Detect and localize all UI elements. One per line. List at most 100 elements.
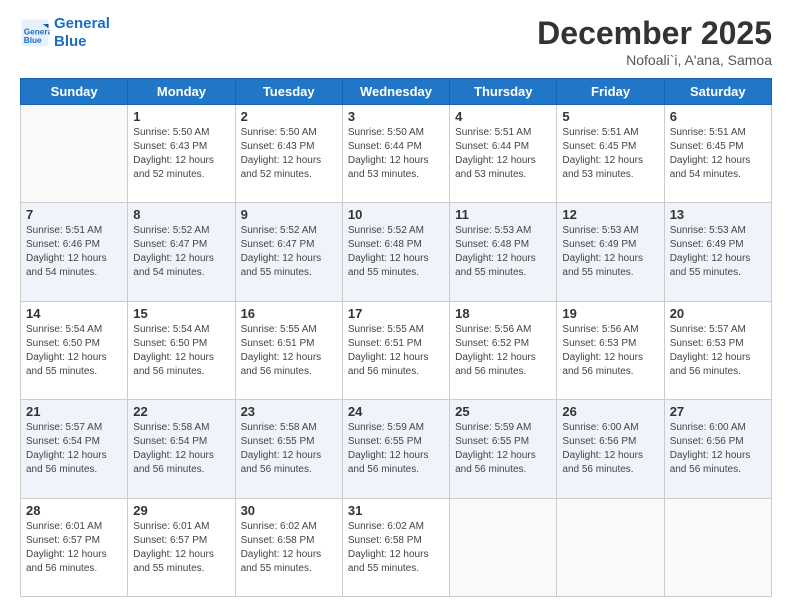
day-info: Sunrise: 5:53 AM Sunset: 6:49 PM Dayligh… bbox=[670, 224, 766, 280]
logo-blue: Blue bbox=[54, 33, 110, 51]
day-number: 28 bbox=[26, 503, 122, 518]
calendar-cell: 31 Sunrise: 6:02 AM Sunset: 6:58 PM Dayli… bbox=[342, 498, 449, 596]
day-number: 14 bbox=[26, 306, 122, 321]
svg-text:Blue: Blue bbox=[24, 36, 42, 45]
day-number: 20 bbox=[670, 306, 766, 321]
calendar-cell: 26 Sunrise: 6:00 AM Sunset: 6:56 PM Dayli… bbox=[557, 400, 664, 498]
calendar-cell: 16Sunrise: 5:55 AM Sunset: 6:51 PM Dayli… bbox=[235, 301, 342, 399]
weekday-thursday: Thursday bbox=[450, 79, 557, 105]
day-number: 15 bbox=[133, 306, 229, 321]
day-info: Sunrise: 5:50 AM Sunset: 6:43 PM Dayligh… bbox=[133, 126, 229, 182]
calendar-cell: 11 Sunrise: 5:53 AM Sunset: 6:48 PM Dayli… bbox=[450, 203, 557, 301]
calendar-cell: 1 Sunrise: 5:50 AM Sunset: 6:43 PM Daylig… bbox=[128, 105, 235, 203]
day-number: 17 bbox=[348, 306, 444, 321]
day-number: 31 bbox=[348, 503, 444, 518]
calendar-cell: 20 Sunrise: 5:57 AM Sunset: 6:53 PM Dayli… bbox=[664, 301, 771, 399]
weekday-wednesday: Wednesday bbox=[342, 79, 449, 105]
day-info: Sunrise: 5:52 AM Sunset: 6:47 PM Dayligh… bbox=[241, 224, 337, 280]
calendar-body: 1 Sunrise: 5:50 AM Sunset: 6:43 PM Daylig… bbox=[21, 105, 772, 597]
calendar-cell: 13 Sunrise: 5:53 AM Sunset: 6:49 PM Dayli… bbox=[664, 203, 771, 301]
calendar-cell: 8 Sunrise: 5:52 AM Sunset: 6:47 PM Daylig… bbox=[128, 203, 235, 301]
calendar-cell bbox=[450, 498, 557, 596]
calendar-cell: 3 Sunrise: 5:50 AM Sunset: 6:44 PM Daylig… bbox=[342, 105, 449, 203]
day-info: Sunrise: 6:01 AM Sunset: 6:57 PM Dayligh… bbox=[26, 520, 122, 576]
logo: General Blue General Blue bbox=[20, 15, 110, 51]
day-number: 5 bbox=[562, 109, 658, 124]
day-info: Sunrise: 6:02 AM Sunset: 6:58 PM Dayligh… bbox=[348, 520, 444, 576]
day-number: 11 bbox=[455, 207, 551, 222]
weekday-monday: Monday bbox=[128, 79, 235, 105]
day-number: 24 bbox=[348, 404, 444, 419]
day-number: 27 bbox=[670, 404, 766, 419]
day-number: 29 bbox=[133, 503, 229, 518]
day-info: Sunrise: 5:55 AM Sunset: 6:51 PM Dayligh… bbox=[348, 323, 444, 379]
day-info: Sunrise: 5:51 AM Sunset: 6:46 PM Dayligh… bbox=[26, 224, 122, 280]
day-number: 2 bbox=[241, 109, 337, 124]
calendar-cell: 29 Sunrise: 6:01 AM Sunset: 6:57 PM Dayli… bbox=[128, 498, 235, 596]
day-info: Sunrise: 5:51 AM Sunset: 6:44 PM Dayligh… bbox=[455, 126, 551, 182]
day-info: Sunrise: 5:58 AM Sunset: 6:54 PM Dayligh… bbox=[133, 421, 229, 477]
page: General Blue General Blue December 2025 … bbox=[0, 0, 792, 612]
day-info: Sunrise: 5:51 AM Sunset: 6:45 PM Dayligh… bbox=[562, 126, 658, 182]
day-info: Sunrise: 5:54 AM Sunset: 6:50 PM Dayligh… bbox=[133, 323, 229, 379]
calendar-week-5: 28 Sunrise: 6:01 AM Sunset: 6:57 PM Dayli… bbox=[21, 498, 772, 596]
day-number: 26 bbox=[562, 404, 658, 419]
calendar-table: SundayMondayTuesdayWednesdayThursdayFrid… bbox=[20, 78, 772, 597]
calendar-cell bbox=[664, 498, 771, 596]
calendar-cell bbox=[21, 105, 128, 203]
day-info: Sunrise: 6:00 AM Sunset: 6:56 PM Dayligh… bbox=[670, 421, 766, 477]
logo-general: General bbox=[54, 15, 110, 32]
calendar-cell bbox=[557, 498, 664, 596]
calendar-cell: 21 Sunrise: 5:57 AM Sunset: 6:54 PM Dayli… bbox=[21, 400, 128, 498]
calendar-cell: 5 Sunrise: 5:51 AM Sunset: 6:45 PM Daylig… bbox=[557, 105, 664, 203]
calendar-cell: 23Sunrise: 5:58 AM Sunset: 6:55 PM Dayli… bbox=[235, 400, 342, 498]
day-info: Sunrise: 5:59 AM Sunset: 6:55 PM Dayligh… bbox=[455, 421, 551, 477]
day-info: Sunrise: 6:01 AM Sunset: 6:57 PM Dayligh… bbox=[133, 520, 229, 576]
day-number: 8 bbox=[133, 207, 229, 222]
weekday-tuesday: Tuesday bbox=[235, 79, 342, 105]
day-info: Sunrise: 5:56 AM Sunset: 6:52 PM Dayligh… bbox=[455, 323, 551, 379]
day-number: 7 bbox=[26, 207, 122, 222]
day-number: 6 bbox=[670, 109, 766, 124]
calendar-cell: 7 Sunrise: 5:51 AM Sunset: 6:46 PM Daylig… bbox=[21, 203, 128, 301]
day-number: 13 bbox=[670, 207, 766, 222]
calendar-cell: 27 Sunrise: 6:00 AM Sunset: 6:56 PM Dayli… bbox=[664, 400, 771, 498]
day-info: Sunrise: 5:56 AM Sunset: 6:53 PM Dayligh… bbox=[562, 323, 658, 379]
day-info: Sunrise: 5:55 AM Sunset: 6:51 PM Dayligh… bbox=[241, 323, 337, 379]
calendar-cell: 22Sunrise: 5:58 AM Sunset: 6:54 PM Dayli… bbox=[128, 400, 235, 498]
day-number: 1 bbox=[133, 109, 229, 124]
weekday-header-row: SundayMondayTuesdayWednesdayThursdayFrid… bbox=[21, 79, 772, 105]
day-info: Sunrise: 5:57 AM Sunset: 6:53 PM Dayligh… bbox=[670, 323, 766, 379]
day-number: 23 bbox=[241, 404, 337, 419]
day-number: 21 bbox=[26, 404, 122, 419]
title-section: December 2025 Nofoali`i, A'ana, Samoa bbox=[537, 15, 772, 68]
weekday-friday: Friday bbox=[557, 79, 664, 105]
location: Nofoali`i, A'ana, Samoa bbox=[537, 52, 772, 68]
calendar-cell: 28 Sunrise: 6:01 AM Sunset: 6:57 PM Dayli… bbox=[21, 498, 128, 596]
day-number: 18 bbox=[455, 306, 551, 321]
day-number: 12 bbox=[562, 207, 658, 222]
day-number: 10 bbox=[348, 207, 444, 222]
calendar-cell: 14Sunrise: 5:54 AM Sunset: 6:50 PM Dayli… bbox=[21, 301, 128, 399]
day-info: Sunrise: 5:57 AM Sunset: 6:54 PM Dayligh… bbox=[26, 421, 122, 477]
day-info: Sunrise: 6:00 AM Sunset: 6:56 PM Dayligh… bbox=[562, 421, 658, 477]
header: General Blue General Blue December 2025 … bbox=[20, 15, 772, 68]
calendar-week-2: 7 Sunrise: 5:51 AM Sunset: 6:46 PM Daylig… bbox=[21, 203, 772, 301]
day-info: Sunrise: 5:53 AM Sunset: 6:48 PM Dayligh… bbox=[455, 224, 551, 280]
day-info: Sunrise: 6:02 AM Sunset: 6:58 PM Dayligh… bbox=[241, 520, 337, 576]
day-number: 30 bbox=[241, 503, 337, 518]
calendar-cell: 18 Sunrise: 5:56 AM Sunset: 6:52 PM Dayli… bbox=[450, 301, 557, 399]
day-number: 4 bbox=[455, 109, 551, 124]
calendar-cell: 30 Sunrise: 6:02 AM Sunset: 6:58 PM Dayli… bbox=[235, 498, 342, 596]
calendar-cell: 25 Sunrise: 5:59 AM Sunset: 6:55 PM Dayli… bbox=[450, 400, 557, 498]
day-info: Sunrise: 5:52 AM Sunset: 6:47 PM Dayligh… bbox=[133, 224, 229, 280]
day-info: Sunrise: 5:52 AM Sunset: 6:48 PM Dayligh… bbox=[348, 224, 444, 280]
day-info: Sunrise: 5:50 AM Sunset: 6:44 PM Dayligh… bbox=[348, 126, 444, 182]
day-number: 9 bbox=[241, 207, 337, 222]
calendar-cell: 15 Sunrise: 5:54 AM Sunset: 6:50 PM Dayli… bbox=[128, 301, 235, 399]
calendar-cell: 19Sunrise: 5:56 AM Sunset: 6:53 PM Dayli… bbox=[557, 301, 664, 399]
day-number: 25 bbox=[455, 404, 551, 419]
logo-icon: General Blue bbox=[20, 18, 50, 48]
calendar-cell: 2Sunrise: 5:50 AM Sunset: 6:43 PM Daylig… bbox=[235, 105, 342, 203]
day-number: 3 bbox=[348, 109, 444, 124]
